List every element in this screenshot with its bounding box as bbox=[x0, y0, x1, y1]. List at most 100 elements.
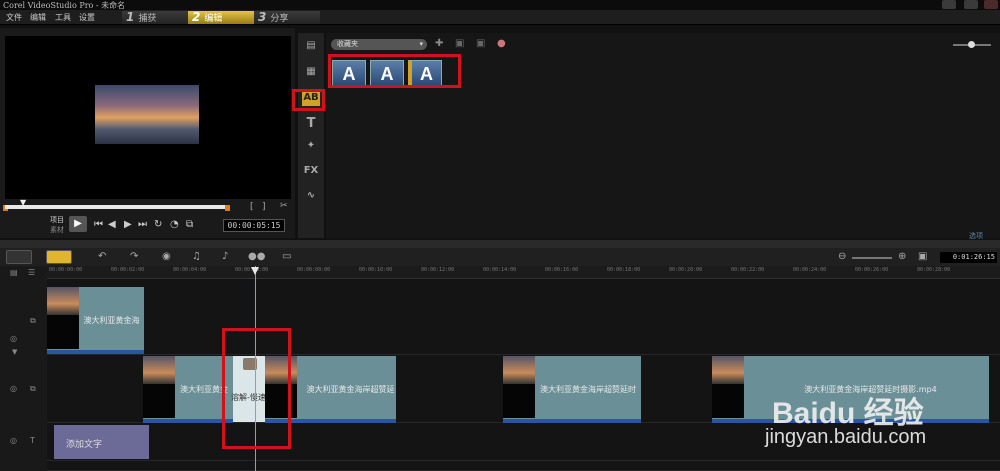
instant-project-icon[interactable]: ▦ bbox=[302, 66, 320, 80]
ruler-label: 00:00:28:00 bbox=[917, 267, 951, 273]
maximize-button[interactable] bbox=[964, 0, 978, 9]
video-clip[interactable]: 澳大利亚黄金 bbox=[143, 356, 233, 423]
undo-icon[interactable]: ↶ bbox=[98, 251, 106, 262]
slider-knob[interactable] bbox=[968, 41, 975, 48]
menu-file[interactable]: 文件 bbox=[6, 12, 22, 23]
mark-in-icon[interactable]: [ bbox=[250, 202, 254, 212]
ruler-label: 00:00:26:00 bbox=[855, 267, 889, 273]
preview-timecode[interactable]: 00:00:05:15 bbox=[223, 219, 285, 232]
apply-track-icon[interactable]: ▣ bbox=[455, 38, 464, 49]
highlight-box-transition-tab bbox=[292, 89, 325, 111]
ruler-label: 00:00:04:00 bbox=[173, 267, 207, 273]
next-frame-icon[interactable]: ▶ bbox=[124, 219, 132, 230]
menu-edit[interactable]: 编辑 bbox=[30, 12, 46, 23]
project-mode-label[interactable]: 项目 bbox=[50, 215, 64, 225]
audio-mix-icon[interactable]: ♫ bbox=[192, 251, 201, 262]
panel-divider[interactable] bbox=[0, 240, 1000, 248]
title-bar: Corel VideoStudio Pro - 未命名 bbox=[0, 0, 1000, 10]
chapter-icon[interactable]: ☰ bbox=[28, 268, 35, 277]
title-clip[interactable]: 添加文字 bbox=[54, 425, 149, 459]
step-capture[interactable]: 1 捕获 bbox=[122, 11, 188, 24]
clip-thumbnail bbox=[712, 356, 744, 384]
ruler-label: 00:00:22:00 bbox=[731, 267, 765, 273]
ruler-label: 00:00:08:00 bbox=[297, 267, 331, 273]
ruler-label: 00:00:14:00 bbox=[483, 267, 517, 273]
project-duration: 0:01:26:15 bbox=[940, 252, 997, 263]
ruler-label: 00:00:00:00 bbox=[49, 267, 83, 273]
add-folder-icon[interactable]: ✚ bbox=[435, 38, 443, 49]
step-share[interactable]: 3 分享 bbox=[254, 11, 320, 24]
ruler-label: 00:00:24:00 bbox=[793, 267, 827, 273]
prev-frame-icon[interactable]: ◀ bbox=[108, 219, 116, 230]
apply-all-icon[interactable]: ▣ bbox=[476, 38, 485, 49]
library-folder-select[interactable]: 收藏夹 ▾ bbox=[331, 39, 427, 50]
end-icon[interactable]: ⏭ bbox=[138, 219, 147, 230]
clip-label: 澳大利亚黄金海岸超赞延时 bbox=[540, 385, 636, 394]
subtitle-icon[interactable]: ▭ bbox=[282, 251, 291, 262]
video-clip[interactable]: 澳大利亚黄金海岸超赞延时 bbox=[503, 356, 641, 423]
ruler-label: 00:00:02:00 bbox=[111, 267, 145, 273]
timeline-toolbar bbox=[0, 248, 1000, 266]
track-manager-icon[interactable]: ▤ bbox=[10, 268, 18, 277]
library-category-bar bbox=[298, 33, 324, 238]
highlight-box-transition bbox=[222, 328, 291, 449]
clip-thumbnail bbox=[503, 356, 535, 384]
auto-music-icon[interactable]: ♪ bbox=[222, 251, 228, 262]
video-visibility-icon[interactable]: ◎ bbox=[10, 384, 17, 393]
redo-icon[interactable]: ↷ bbox=[130, 251, 138, 262]
zoom-slider[interactable] bbox=[852, 257, 892, 259]
highlight-box-library bbox=[328, 54, 461, 88]
fit-project-icon[interactable]: ▣ bbox=[918, 251, 927, 262]
clip-label: 澳大利亚黄金海 bbox=[83, 316, 140, 325]
ruler-label: 00:00:16:00 bbox=[545, 267, 579, 273]
enlarge-icon[interactable]: ⧉ bbox=[186, 219, 193, 230]
overlay-clip[interactable]: 澳大利亚黄金海 bbox=[47, 287, 144, 354]
step-edit[interactable]: 2 编辑 bbox=[188, 11, 254, 24]
split-icon[interactable]: ✂ bbox=[280, 201, 288, 211]
minimize-button[interactable] bbox=[942, 0, 956, 9]
storyboard-view-button[interactable] bbox=[6, 250, 32, 264]
ruler-label: 00:00:10:00 bbox=[359, 267, 393, 273]
zoom-in-icon[interactable]: ⊕ bbox=[898, 251, 906, 262]
scrub-bar[interactable] bbox=[5, 205, 230, 209]
voice-track[interactable] bbox=[47, 461, 1000, 471]
filter-icon[interactable]: FX bbox=[302, 165, 320, 179]
overlay-track-icon: ⧉ bbox=[30, 316, 36, 325]
graphic-icon[interactable]: ✦ bbox=[302, 140, 320, 154]
clip-thumbnail bbox=[47, 287, 79, 315]
video-track-icon: ⧉ bbox=[30, 384, 36, 393]
volume-icon[interactable]: ◔ bbox=[170, 219, 179, 230]
media-icon[interactable]: ▤ bbox=[302, 40, 320, 54]
track-header-column bbox=[0, 266, 47, 471]
clip-mode-label[interactable]: 素材 bbox=[50, 225, 64, 235]
baidu-watermark-url: jingyan.baidu.com bbox=[765, 426, 927, 448]
title-icon[interactable]: T bbox=[302, 116, 320, 131]
path-icon[interactable]: ∿ bbox=[302, 190, 320, 204]
ruler-label: 00:00:12:00 bbox=[421, 267, 455, 273]
chevron-down-icon: ▾ bbox=[419, 40, 423, 48]
clip-thumbnail bbox=[143, 356, 175, 384]
home-icon[interactable]: ⏮ bbox=[94, 219, 103, 230]
favorite-icon[interactable]: ● bbox=[497, 38, 506, 49]
close-button[interactable] bbox=[984, 0, 998, 9]
menu-tools[interactable]: 工具 bbox=[55, 12, 71, 23]
ruler-label: 00:00:20:00 bbox=[669, 267, 703, 273]
visibility-icon[interactable]: ◎ bbox=[10, 334, 17, 343]
motion-icon[interactable]: ●● bbox=[248, 251, 265, 262]
title-visibility-icon[interactable]: ◎ bbox=[10, 436, 17, 445]
zoom-out-icon[interactable]: ⊖ bbox=[838, 251, 846, 262]
ruler-label: 00:00:18:00 bbox=[607, 267, 641, 273]
mark-out-icon[interactable]: ] bbox=[262, 202, 266, 212]
clip-label: 澳大利亚黄金海岸超赞延 bbox=[306, 385, 395, 394]
expand-icon[interactable]: ▼ bbox=[12, 348, 17, 356]
repeat-icon[interactable]: ↻ bbox=[154, 219, 162, 230]
play-button[interactable]: ▶ bbox=[69, 216, 87, 232]
preview-frame-image bbox=[95, 85, 199, 144]
scrubber-icon[interactable]: ▼ bbox=[20, 198, 26, 207]
title-track-icon: T bbox=[30, 436, 35, 445]
record-icon[interactable]: ◉ bbox=[162, 251, 171, 262]
timeline-view-button[interactable] bbox=[46, 250, 72, 264]
menu-settings[interactable]: 设置 bbox=[79, 12, 95, 23]
trim-end-handle[interactable] bbox=[225, 205, 230, 211]
overlay-track[interactable] bbox=[47, 280, 1000, 355]
